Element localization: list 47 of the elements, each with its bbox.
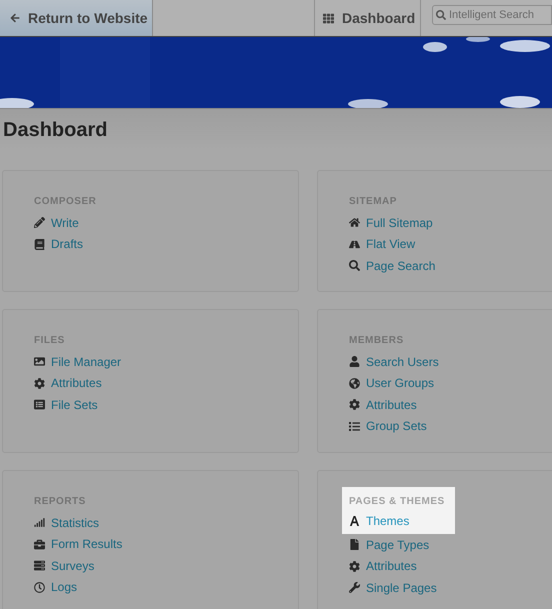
list-icon [34, 399, 45, 410]
search-icon [349, 260, 360, 272]
road-icon [349, 238, 360, 250]
image-icon [34, 356, 45, 368]
menu-link[interactable]: Full Sitemap [366, 214, 433, 232]
stack-icon [34, 560, 45, 572]
grid-icon [323, 12, 334, 24]
pencil-icon [34, 217, 45, 228]
book-icon [34, 238, 45, 250]
wrench-icon [349, 582, 360, 594]
gear-icon [349, 560, 360, 572]
home-icon [349, 217, 360, 228]
search-field[interactable]: Intelligent Search [432, 5, 552, 25]
menu-link[interactable]: Group Sets [366, 417, 427, 436]
menu-link[interactable]: File Manager [51, 352, 122, 371]
return-button[interactable]: Return to Website [0, 0, 153, 36]
menu-link[interactable]: Attributes [366, 396, 417, 414]
menu-link[interactable]: Form Results [51, 535, 122, 554]
menu-link[interactable]: Page Types [366, 536, 430, 554]
file-icon [349, 539, 360, 550]
letter-icon [349, 514, 360, 528]
briefcase-icon [34, 538, 45, 550]
list-icon [349, 420, 360, 432]
menu-link[interactable]: Attributes [366, 557, 417, 576]
menu-link[interactable]: Search Users [366, 352, 439, 371]
page-title: Dashboard [3, 118, 108, 142]
menu-link[interactable]: Single Pages [366, 578, 437, 597]
menu-link[interactable]: Surveys [51, 556, 94, 575]
search-icon [436, 10, 446, 20]
menu-link[interactable]: Write [51, 214, 79, 232]
clock-icon [34, 582, 45, 593]
globe-icon [349, 378, 360, 389]
signal-icon [34, 517, 45, 528]
menu-link[interactable]: Logs [51, 578, 78, 596]
menu-link[interactable]: Flat View [366, 235, 416, 254]
dashboard-button[interactable]: Dashboard [314, 0, 421, 36]
menu-link[interactable]: User Groups [366, 374, 434, 392]
menu-link[interactable]: Attributes [51, 374, 102, 392]
menu-link[interactable]: Page Search [366, 256, 436, 275]
user-icon [349, 356, 360, 368]
menu-link[interactable]: Statistics [51, 514, 100, 532]
gear-icon [34, 378, 45, 389]
gear-icon [349, 399, 360, 410]
section-heading: PAGES & THEMES [342, 487, 455, 512]
back-arrow-icon [10, 13, 20, 23]
menu-link[interactable]: File Sets [51, 396, 98, 414]
menu-link[interactable]: Drafts [51, 235, 84, 254]
